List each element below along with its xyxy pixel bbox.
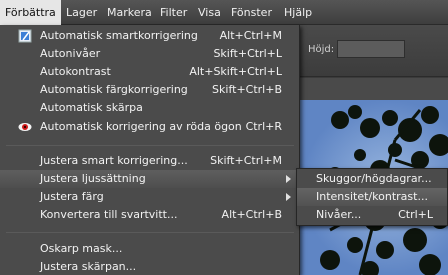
menu-item-auto-color-correction[interactable]: Automatisk färgkorrigering Skift+Ctrl+B bbox=[0, 81, 298, 99]
height-input[interactable] bbox=[337, 40, 405, 58]
submenu-arrow-icon bbox=[286, 193, 291, 201]
menu-item-auto-red-eye-fix[interactable]: Automatisk korrigering av röda ögon Ctrl… bbox=[0, 118, 298, 136]
adjust-lighting-submenu: Skuggor/högdagrar... Intensitet/kontrast… bbox=[296, 168, 448, 226]
menu-window[interactable]: Fönster bbox=[226, 0, 277, 25]
menu-filter[interactable]: Filter bbox=[155, 0, 192, 25]
submenu-item-shadows-highlights[interactable]: Skuggor/högdagrar... bbox=[297, 170, 447, 188]
menu-item-auto-levels[interactable]: Autonivåer Skift+Ctrl+L bbox=[0, 45, 298, 63]
menu-item-adjust-lighting[interactable]: Justera ljussättning bbox=[0, 170, 298, 188]
submenu-item-levels[interactable]: Nivåer... Ctrl+L bbox=[297, 206, 447, 224]
menu-select[interactable]: Markera bbox=[102, 0, 157, 25]
menu-enhance[interactable]: Förbättra bbox=[0, 0, 61, 25]
menu-help[interactable]: Hjälp bbox=[279, 0, 317, 25]
menu-item-adjust-sharpness[interactable]: Justera skärpan... bbox=[0, 258, 298, 275]
submenu-item-brightness-contrast[interactable]: Intensitet/kontrast... bbox=[297, 188, 447, 206]
menu-separator bbox=[6, 145, 294, 146]
menu-item-unsharp-mask[interactable]: Oskarp mask... bbox=[0, 240, 298, 258]
red-eye-icon bbox=[18, 120, 32, 134]
menu-bar: Förbättra Lager Markera Filter Visa Föns… bbox=[0, 0, 448, 25]
menu-layer[interactable]: Lager bbox=[61, 0, 102, 25]
menu-view[interactable]: Visa bbox=[193, 0, 226, 25]
menu-item-adjust-color[interactable]: Justera färg bbox=[0, 188, 298, 206]
smart-fix-icon bbox=[18, 29, 32, 43]
enhance-dropdown-menu: Automatisk smartkorrigering Alt+Ctrl+M A… bbox=[0, 25, 300, 275]
menu-item-adjust-smart-fix[interactable]: Justera smart korrigering... Skift+Ctrl+… bbox=[0, 152, 298, 170]
menu-item-auto-contrast[interactable]: Autokontrast Alt+Skift+Ctrl+L bbox=[0, 63, 298, 81]
menu-item-convert-black-white[interactable]: Konvertera till svartvitt... Alt+Ctrl+B bbox=[0, 206, 298, 224]
submenu-arrow-icon bbox=[286, 175, 291, 183]
menu-item-auto-smart-fix[interactable]: Automatisk smartkorrigering Alt+Ctrl+M bbox=[0, 27, 298, 45]
menu-item-auto-sharpen[interactable]: Automatisk skärpa bbox=[0, 99, 298, 117]
height-label: Höjd: bbox=[308, 44, 335, 55]
menu-separator bbox=[6, 232, 294, 233]
